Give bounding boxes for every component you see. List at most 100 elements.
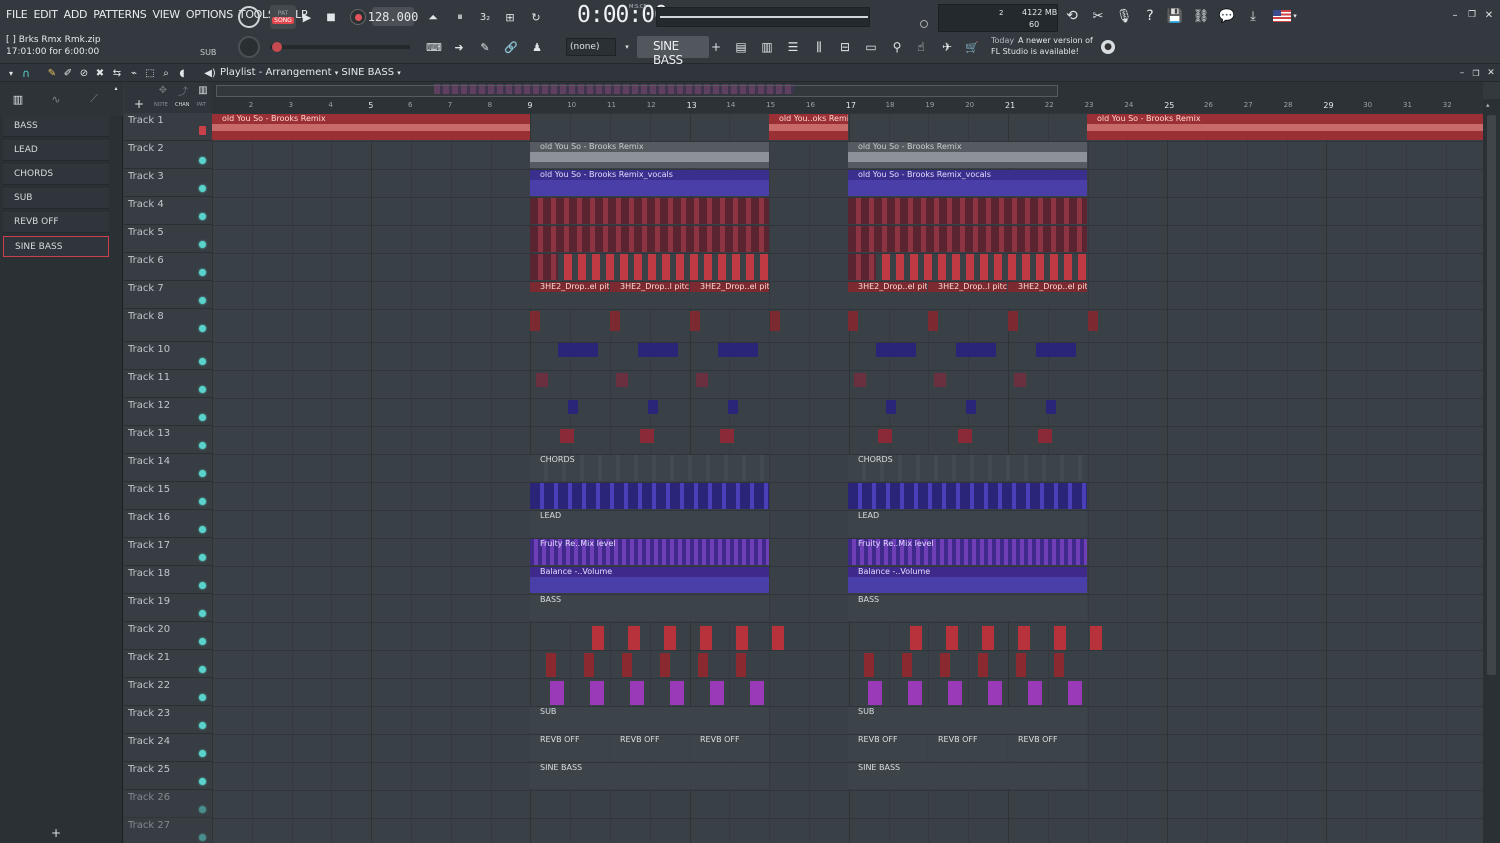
pattern-clip[interactable]	[772, 626, 784, 650]
news-line1[interactable]: A newer version of	[1018, 36, 1093, 45]
piano-icon[interactable]: ▥	[10, 92, 26, 106]
loop-record-icon[interactable]: ↻	[526, 8, 546, 26]
automation-clip[interactable]: 3HE2_Drop..el pitch	[530, 282, 609, 308]
pattern-clip[interactable]	[558, 343, 598, 357]
pattern-clip[interactable]: REVB OFF	[530, 735, 609, 761]
overview-scrollbar[interactable]	[212, 82, 1483, 99]
menu-options[interactable]: OPTIONS	[186, 8, 233, 24]
pattern-clip[interactable]	[592, 626, 604, 650]
pattern-clip[interactable]	[848, 198, 1087, 224]
track-header[interactable]: Track 14	[124, 454, 212, 482]
pattern-clip[interactable]: SINE BASS	[848, 763, 1087, 789]
track-header[interactable]: Track 3	[124, 169, 212, 197]
pattern-clip[interactable]	[664, 626, 676, 650]
automation-clip[interactable]: Fruity Re..Mix level	[848, 539, 1087, 565]
pattern-clip[interactable]	[590, 681, 604, 705]
close-icon[interactable]: ✕	[1482, 8, 1496, 22]
track-header[interactable]: Track 21	[124, 650, 212, 678]
pattern-clip[interactable]	[736, 653, 746, 677]
typing-keyboard-icon[interactable]: ⌨	[424, 40, 444, 54]
track-active-icon[interactable]	[199, 722, 206, 729]
menu-patterns[interactable]: PATTERNS	[93, 8, 147, 24]
track-header[interactable]: Track 4	[124, 197, 212, 225]
pattern-clip[interactable]	[1014, 373, 1026, 387]
pattern-clip[interactable]: BASS	[848, 595, 1087, 621]
vocals-clip[interactable]: old You So - Brooks Remix_vocals	[530, 170, 769, 196]
track-active-icon[interactable]	[199, 778, 206, 785]
track-header[interactable]: Track 17	[124, 538, 212, 566]
track-active-icon[interactable]	[199, 213, 206, 220]
pattern-clip[interactable]	[546, 653, 556, 677]
pattern-clip[interactable]	[622, 653, 632, 677]
pattern-clip[interactable]	[886, 400, 896, 414]
pattern-clip[interactable]	[536, 373, 548, 387]
track-active-icon[interactable]	[199, 694, 206, 701]
stamp-icon[interactable]: ♟	[528, 40, 546, 54]
mixer-icon[interactable]: ⫼	[810, 39, 828, 55]
pattern-clip[interactable]	[848, 311, 858, 331]
pattern-clip[interactable]: CHORDS	[848, 455, 1087, 481]
pattern-clip[interactable]	[1038, 429, 1052, 443]
waveform-icon[interactable]: ∿	[48, 92, 64, 106]
pattern-clip[interactable]	[610, 311, 620, 331]
pattern-clip[interactable]	[530, 311, 540, 331]
pattern-clip[interactable]	[982, 626, 994, 650]
track-header[interactable]: Track 26	[124, 790, 212, 818]
pattern-clip[interactable]: LEAD	[530, 511, 769, 537]
track-header[interactable]: Track 19	[124, 594, 212, 622]
pattern-clip[interactable]	[720, 429, 734, 443]
scroll-thumb[interactable]	[1487, 115, 1496, 675]
pattern-clip[interactable]	[1088, 311, 1098, 331]
pattern-clip[interactable]	[876, 254, 1087, 280]
pattern-clip[interactable]: LEAD	[848, 511, 1087, 537]
track-header[interactable]: Track 2	[124, 141, 212, 169]
vertical-scrollbar[interactable]: ▴	[1483, 99, 1500, 843]
pattern-clip[interactable]	[928, 311, 938, 331]
pattern-clip[interactable]	[750, 681, 764, 705]
pattern-clip[interactable]	[660, 653, 670, 677]
track-active-icon[interactable]	[199, 806, 206, 813]
tempo-display[interactable]: 128.000	[368, 7, 418, 26]
track-header[interactable]: Track 7	[124, 281, 212, 309]
channel-rack-icon[interactable]: ☰	[784, 39, 802, 55]
pattern-selector[interactable]: SINE BASS	[637, 36, 709, 67]
paint-tool-icon[interactable]: ✐	[62, 66, 74, 80]
chevron-down-icon[interactable]: ▾	[1290, 10, 1300, 22]
slice-tool-icon[interactable]: ⌁	[128, 66, 140, 80]
track-header[interactable]: Track 22	[124, 678, 212, 706]
vocals-clip[interactable]: old You So - Brooks Remix_vocals	[848, 170, 1087, 196]
plugin-icon[interactable]: ⛓	[1192, 6, 1210, 26]
pattern-clip[interactable]	[854, 373, 866, 387]
help-icon[interactable]: ?	[1141, 6, 1159, 26]
pattern-clip[interactable]	[864, 653, 874, 677]
tab-pat[interactable]: PAT	[197, 102, 206, 108]
select-tool-icon[interactable]: ⬚	[144, 66, 156, 80]
snap-select[interactable]: (none)	[566, 38, 616, 56]
pattern-clip[interactable]	[1090, 626, 1102, 650]
tab-note[interactable]: NOTE	[154, 102, 168, 108]
pattern-clip[interactable]	[698, 653, 708, 677]
pattern-clip[interactable]: REVB OFF	[1008, 735, 1087, 761]
pattern-clip[interactable]	[1018, 626, 1030, 650]
pattern-clip[interactable]	[1068, 681, 1082, 705]
track-header[interactable]: Track 11	[124, 370, 212, 398]
playlist-close-icon[interactable]: ✕	[1485, 66, 1497, 80]
automation-clip[interactable]: 3HE2_Drop..el pitch	[690, 282, 769, 308]
pattern-item[interactable]: BASS	[3, 116, 109, 137]
playlist-icon[interactable]: ▤	[732, 39, 750, 55]
track-active-icon[interactable]	[199, 470, 206, 477]
master-volume-knob[interactable]	[238, 6, 260, 28]
globe-icon[interactable]: ●	[1101, 40, 1115, 54]
cpu-memory-monitor[interactable]: 2 4122 MB 60	[938, 4, 1058, 32]
audio-clip-grey[interactable]: old You So - Brooks Remix	[530, 142, 769, 168]
pattern-clip[interactable]	[934, 373, 946, 387]
track-active-icon[interactable]	[199, 414, 206, 421]
link-icon[interactable]: 🔗	[502, 40, 520, 54]
automation-clip[interactable]: 3HE2_Drop..el pitch	[1008, 282, 1087, 308]
pattern-clip[interactable]	[1054, 653, 1064, 677]
plugin-picker-icon[interactable]: ⚲	[888, 39, 906, 55]
pattern-clip[interactable]	[770, 311, 780, 331]
track-active-icon[interactable]	[199, 498, 206, 505]
menu-add[interactable]: ADD	[64, 8, 88, 24]
pattern-clip[interactable]: BASS	[530, 595, 769, 621]
